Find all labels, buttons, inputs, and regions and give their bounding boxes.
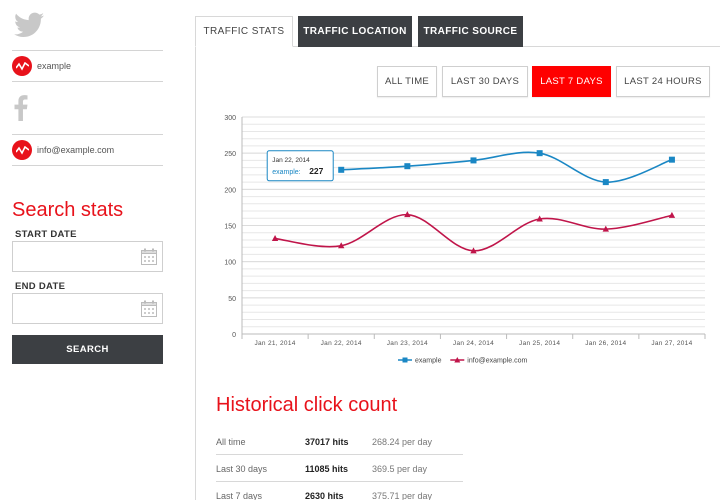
main-panel-border [195,46,196,500]
range-last-30-days-button[interactable]: LAST 30 DAYS [442,66,528,97]
data-point[interactable] [404,163,411,170]
tab-traffic-source[interactable]: TRAFFIC SOURCE [418,16,523,47]
tooltip-series: example: [272,169,300,176]
data-point[interactable] [271,235,279,242]
calendar-icon[interactable] [141,248,157,265]
data-point[interactable] [668,156,675,163]
calendar-icon[interactable] [141,300,157,317]
twitter-section [12,0,163,50]
history-period: All time [216,437,246,447]
tab-traffic-location[interactable]: TRAFFIC LOCATION [298,16,412,47]
history-hits: 37017 hits [305,437,349,447]
table-row: All time 37017 hits 268.24 per day [216,428,463,455]
start-date-wrapper [12,241,163,272]
sidebar: example info@example.com Search stats ST… [12,0,163,364]
history-period: Last 7 days [216,491,263,500]
tooltip-date: Jan 22, 2014 [272,157,310,164]
data-point[interactable] [536,150,543,157]
twitter-icon [14,12,44,37]
end-date-label: END DATE [15,281,66,292]
data-point[interactable] [602,179,609,186]
activity-icon [12,56,32,76]
account-twitter[interactable]: example [12,50,163,82]
x-tick-label: Jan 24, 2014 [453,340,494,347]
x-tick-label: Jan 21, 2014 [254,340,295,347]
history-per-day: 369.5 per day [372,464,428,474]
search-stats-title: Search stats [12,199,124,221]
x-tick-label: Jan 26, 2014 [585,340,626,347]
y-tick-label: 250 [224,151,236,158]
data-point[interactable] [470,157,477,164]
history-period: Last 30 days [216,464,268,474]
end-date-wrapper [12,293,163,324]
table-row: Last 7 days 2630 hits 375.71 per day [216,482,463,500]
facebook-icon [14,95,28,121]
x-tick-label: Jan 23, 2014 [387,340,428,347]
tooltip-value: 227 [309,166,323,176]
traffic-line-chart: 0 50 100 150 200 250 300 Jan 21, 2014 Jan 22, 20… [224,115,706,365]
range-last-24-hours-button[interactable]: LAST 24 HOURS [616,66,710,97]
tab-traffic-stats[interactable]: TRAFFIC STATS [195,16,293,47]
legend-label[interactable]: info@example.com [467,358,527,365]
data-point[interactable] [338,166,345,173]
y-tick-label: 0 [232,332,236,339]
table-row: Last 30 days 11085 hits 369.5 per day [216,455,463,482]
search-button[interactable]: SEARCH [12,335,163,364]
history-hits: 11085 hits [305,464,349,474]
activity-icon [12,140,32,160]
facebook-section [12,82,163,134]
start-date-label: START DATE [15,229,77,240]
range-last-7-days-button[interactable]: LAST 7 DAYS [532,66,611,97]
legend-marker [402,357,408,363]
x-tick-label: Jan 27, 2014 [651,340,692,347]
account-handle: info@example.com [37,145,115,155]
range-all-time-button[interactable]: ALL TIME [377,66,437,97]
y-tick-label: 300 [224,115,236,122]
y-tick-label: 50 [228,296,236,303]
y-tick-label: 200 [224,187,236,194]
history-hits: 2630 hits [305,491,344,500]
x-tick-label: Jan 22, 2014 [321,340,362,347]
y-tick-label: 150 [224,224,236,231]
account-facebook[interactable]: info@example.com [12,134,163,166]
legend-label[interactable]: example [415,358,442,365]
account-handle: example [37,61,72,71]
history-per-day: 375.71 per day [372,491,433,500]
data-point[interactable] [668,211,676,218]
history-per-day: 268.24 per day [372,437,433,447]
historical-click-count-title: Historical click count [216,394,398,416]
x-tick-label: Jan 25, 2014 [519,340,560,347]
y-tick-label: 100 [224,260,236,267]
